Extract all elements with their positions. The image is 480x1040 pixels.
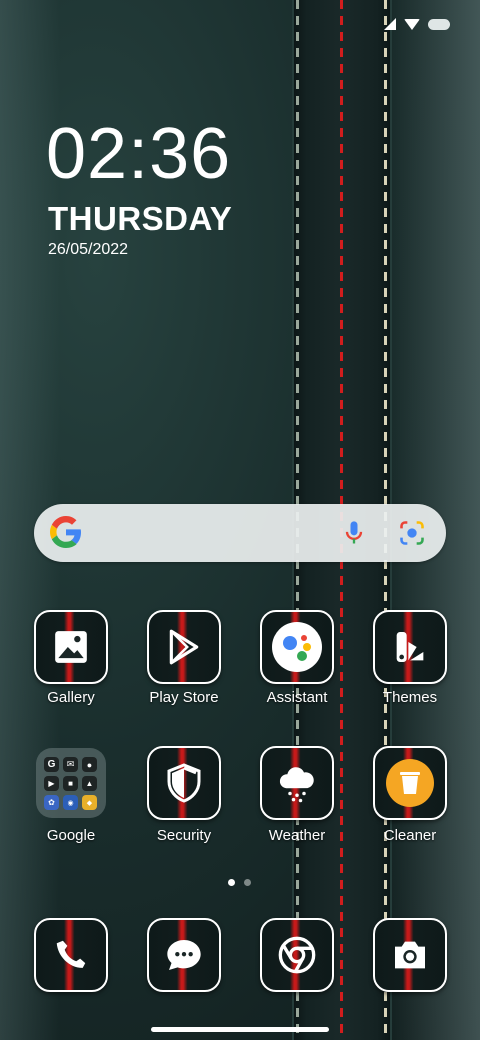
maps-mini-icon: ● [82, 757, 97, 772]
dock-phone[interactable] [34, 918, 108, 992]
camera-icon [395, 941, 425, 969]
meet-mini-icon: ■ [63, 776, 78, 791]
app-label: Google [46, 827, 96, 844]
photos-mini-icon: ✿ [44, 795, 59, 810]
messages-icon [167, 940, 201, 970]
dock-messages[interactable] [147, 918, 221, 992]
google-folder[interactable]: G ✉ ● ▶ ■ ▲ ✿ ◉ ◆ [36, 748, 106, 818]
page-dot[interactable] [244, 879, 251, 886]
phone-icon [56, 940, 86, 968]
app-label: Cleaner [383, 827, 437, 844]
weather-tile[interactable] [260, 746, 334, 820]
cloud-icon [279, 767, 314, 803]
themes-tile[interactable] [373, 610, 447, 684]
google-search-bar[interactable] [34, 504, 446, 562]
youtube-mini-icon: ▶ [44, 776, 59, 791]
assistant-tile[interactable] [260, 610, 334, 684]
google-mini-icon: G [44, 757, 59, 772]
trash-icon [386, 759, 434, 807]
signal-icon [384, 18, 396, 30]
play-store-tile[interactable] [147, 610, 221, 684]
wifi-icon [404, 18, 420, 30]
drive-mini-icon: ▲ [82, 776, 97, 791]
app-label: Gallery [47, 689, 95, 706]
gallery-icon [55, 631, 87, 663]
status-bar [384, 18, 450, 30]
dock-camera[interactable] [373, 918, 447, 992]
app-label: Security [156, 827, 212, 844]
app-label: Play Store [149, 689, 219, 706]
lens-icon[interactable] [398, 519, 426, 547]
gallery-tile[interactable] [34, 610, 108, 684]
play-store-icon [169, 629, 199, 665]
security-tile[interactable] [147, 746, 221, 820]
page-dot-active[interactable] [228, 879, 235, 886]
dock-chrome[interactable] [260, 918, 334, 992]
mic-icon[interactable] [340, 519, 368, 547]
assistant-icon [272, 622, 322, 672]
home-screen: 02:36 THURSDAY 26/05/2022 Gallery Play S… [0, 0, 480, 1040]
chrome-icon [278, 936, 316, 974]
app-label: Themes [382, 689, 438, 706]
duo-mini-icon: ◉ [63, 795, 78, 810]
google-logo [50, 516, 81, 548]
shield-icon [167, 763, 201, 803]
gmail-mini-icon: ✉ [63, 757, 78, 772]
app-label: Weather [268, 827, 326, 844]
app-label: Assistant [266, 689, 328, 706]
cleaner-tile[interactable] [373, 746, 447, 820]
clock-date: 26/05/2022 [48, 241, 129, 258]
clock-time[interactable]: 02:36 [46, 118, 231, 190]
clock-day: THURSDAY [48, 200, 233, 237]
gesture-nav-handle[interactable] [151, 1027, 329, 1032]
themes-icon [396, 632, 424, 662]
battery-icon [428, 18, 450, 30]
pay-mini-icon: ◆ [82, 795, 97, 810]
